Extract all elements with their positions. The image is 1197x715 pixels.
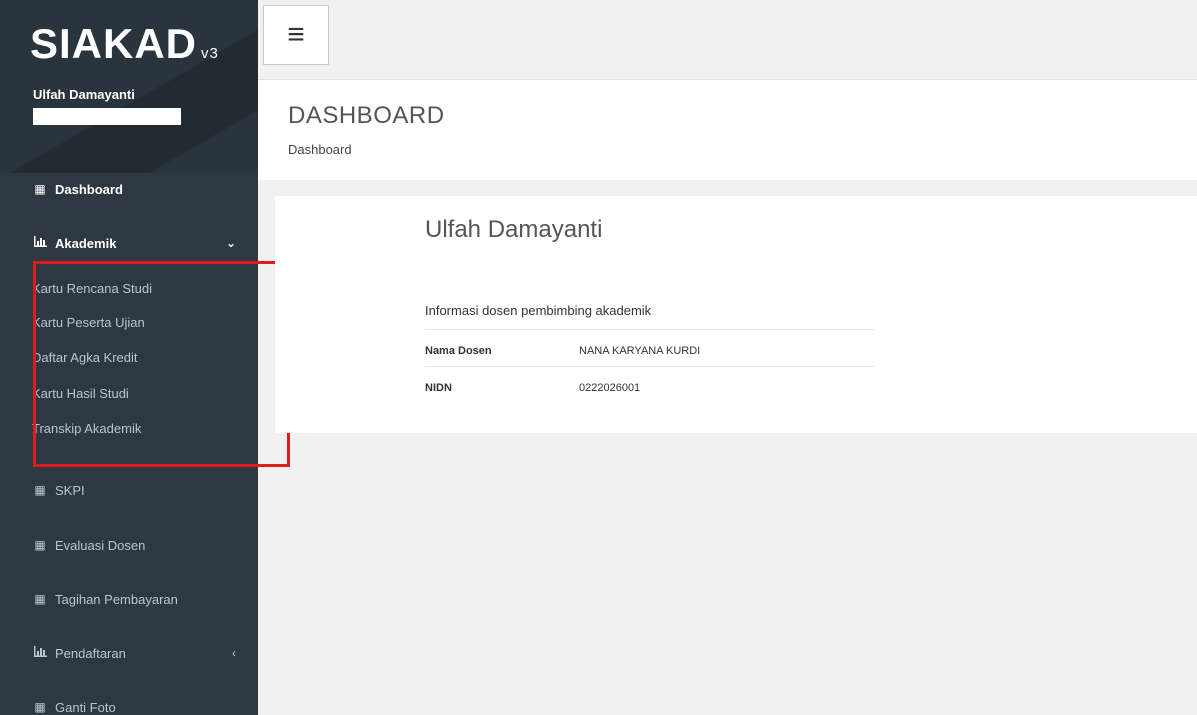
sidebar-item-label: SKPI	[55, 482, 85, 498]
sidebar-item-label: Pendaftaran	[55, 645, 126, 661]
sidebar-item-label: Ganti Foto	[55, 699, 116, 715]
grid-icon: ▦	[34, 538, 46, 552]
grid-icon: ▦	[34, 182, 46, 196]
brand-area: SIAKAD v3 Ulfah Damayanti	[0, 0, 258, 173]
sidebar-item-tagihan[interactable]: ▦ Tagihan Pembayaran	[0, 584, 258, 614]
top-navbar: ≡	[258, 0, 1197, 80]
hamburger-icon: ≡	[287, 18, 305, 51]
sidebar-item-label: Akademik	[55, 235, 117, 251]
page-title: DASHBOARD	[288, 102, 445, 129]
sidebar-item-dashboard[interactable]: ▦ Dashboard	[0, 174, 258, 204]
highlight-annotation	[33, 261, 290, 467]
student-name: Ulfah Damayanti	[425, 216, 603, 243]
sidebar-item-pendaftaran[interactable]: Pendaftaran ‹	[0, 638, 258, 668]
content-header: DASHBOARD Dashboard	[258, 80, 1197, 180]
grid-icon: ▦	[34, 483, 46, 497]
bar-chart-icon	[33, 236, 47, 250]
sidebar-item-akademik[interactable]: Akademik ⌄	[0, 228, 258, 258]
sidebar-item-ganti-foto[interactable]: ▦ Ganti Foto	[0, 692, 258, 715]
grid-icon: ▦	[34, 592, 46, 606]
bar-chart-icon	[33, 646, 47, 660]
divider	[425, 366, 875, 367]
sidebar-item-skpi[interactable]: ▦ SKPI	[0, 475, 258, 505]
chevron-down-icon: ⌄	[225, 236, 236, 250]
sidebar-item-label: Evaluasi Dosen	[55, 537, 146, 553]
user-name: Ulfah Damayanti	[33, 87, 135, 102]
app-logo[interactable]: SIAKAD v3	[30, 20, 219, 68]
logo-version: v3	[201, 45, 219, 62]
nidn-value: 0222026001	[579, 382, 641, 394]
chevron-left-icon: ‹	[232, 646, 236, 660]
menu-toggle-button[interactable]: ≡	[263, 5, 329, 65]
breadcrumb[interactable]: Dashboard	[288, 142, 352, 157]
sidebar-item-label: Dashboard	[55, 181, 123, 197]
advisor-name-value: NANA KARYANA KURDI	[579, 345, 701, 357]
logo-text: SIAKAD	[30, 20, 198, 67]
divider	[425, 329, 875, 330]
sidebar-item-label: Tagihan Pembayaran	[55, 591, 178, 607]
grid-icon: ▦	[34, 700, 46, 714]
profile-card: Ulfah Damayanti Informasi dosen pembimbi…	[275, 196, 1197, 433]
redacted-field	[33, 108, 181, 125]
advisor-name-label: Nama Dosen	[425, 345, 492, 357]
advisor-info-title: Informasi dosen pembimbing akademik	[425, 303, 652, 318]
nidn-label: NIDN	[425, 382, 452, 394]
sidebar-item-evaluasi-dosen[interactable]: ▦ Evaluasi Dosen	[0, 530, 258, 560]
